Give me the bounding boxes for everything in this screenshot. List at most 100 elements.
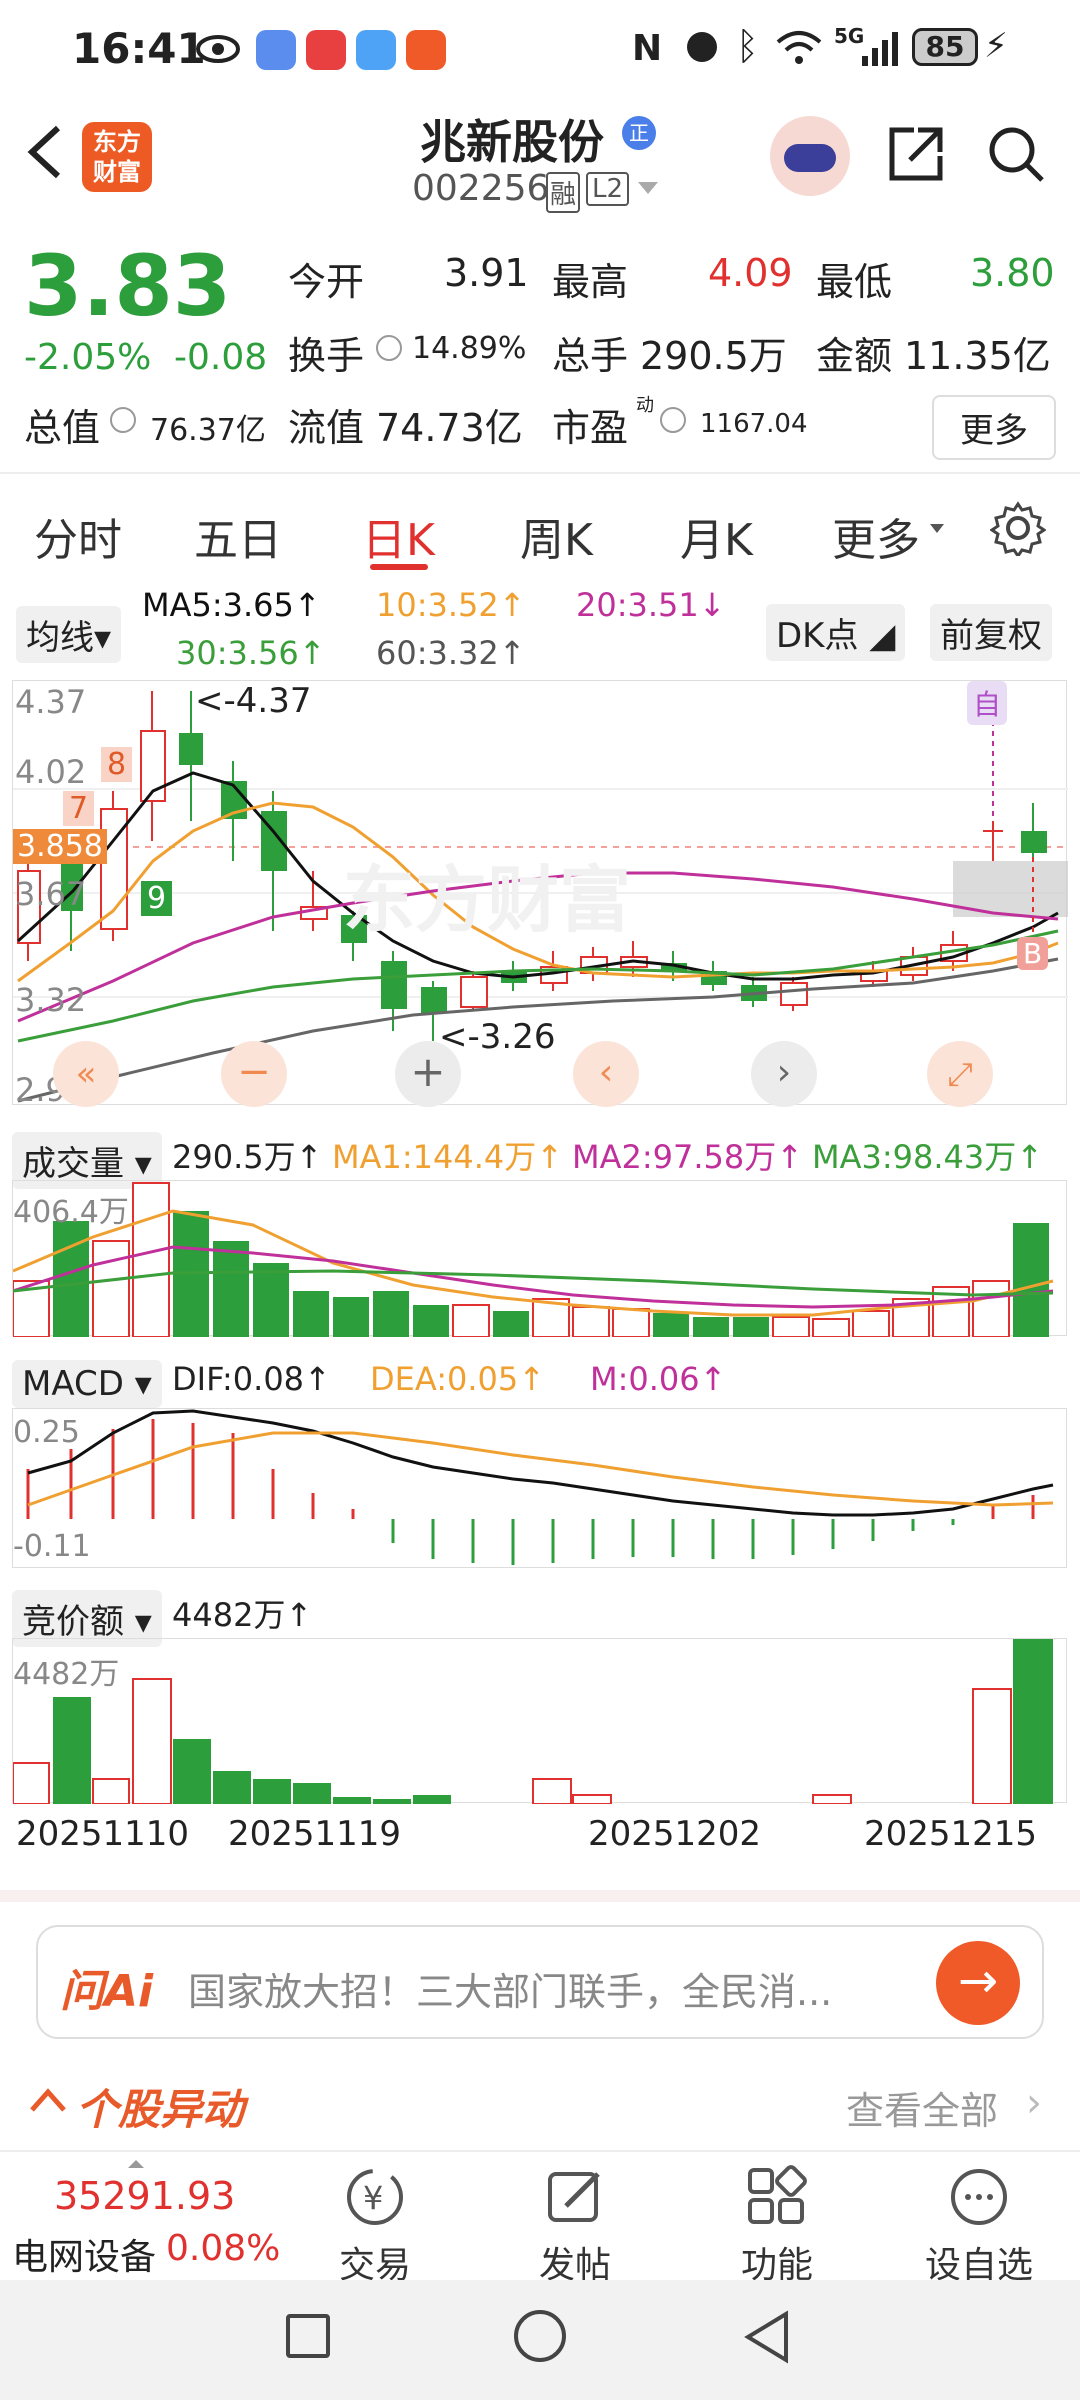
- scroll-right-button[interactable]: ›: [751, 1041, 817, 1107]
- status-time: 16:41: [72, 24, 206, 73]
- ma10-legend: 10:3.52↑: [376, 586, 526, 624]
- mktcap-label: 总值: [24, 406, 101, 450]
- nav-add-watchlist[interactable]: 设自选: [904, 2152, 1054, 2288]
- tab-more[interactable]: 更多: [832, 504, 920, 568]
- quote-panel: 3.83 -2.05% -0.08 今开 3.91 最高 4.09 最低 3.8…: [0, 225, 1080, 470]
- tab-intraday[interactable]: 分时: [34, 504, 122, 568]
- view-all-link[interactable]: 查看全部: [846, 2080, 998, 2135]
- ma-selector-label: 均线: [26, 618, 94, 658]
- adjust-button[interactable]: 前复权: [930, 604, 1052, 661]
- zoom-out-button[interactable]: −: [221, 1041, 287, 1107]
- macd-chart[interactable]: 0.25 -0.11: [12, 1408, 1067, 1568]
- tab-daily-k[interactable]: 日K: [362, 504, 435, 568]
- volume-label: 总手: [552, 334, 629, 378]
- caret-down-icon[interactable]: [638, 182, 658, 194]
- volume-value: 290.5万↑: [172, 1138, 323, 1176]
- count-tag-7: 7: [63, 791, 95, 826]
- kline-y-label: 4.37: [15, 683, 87, 721]
- high-value: 4.09: [708, 251, 793, 295]
- watermark: 东方财富: [343, 858, 632, 942]
- home-button[interactable]: [514, 2310, 566, 2362]
- date-label: 20251202: [588, 1814, 762, 1854]
- pe-label: 市盈: [552, 406, 629, 450]
- ai-assistant-bar[interactable]: 问Ai 国家放大招！三大部门联手，全民消... →: [36, 1925, 1044, 2039]
- recent-apps-button[interactable]: [286, 2314, 330, 2358]
- stock-movement-header: 个股异动 查看全部 ›: [0, 2070, 1080, 2140]
- quote-more-button[interactable]: 更多: [932, 395, 1056, 460]
- status-bar: 16:41 N ᛒ 5G 85 ⚡: [0, 0, 1080, 100]
- ma-selector[interactable]: 均线▾: [16, 606, 122, 663]
- level2-tag: L2: [586, 172, 630, 206]
- low-value: 3.80: [970, 251, 1055, 295]
- index-name[interactable]: 电网设备: [12, 2228, 156, 2280]
- open-label: 今开: [288, 260, 365, 304]
- tab-monthly-k[interactable]: 月K: [680, 504, 753, 568]
- ma60-legend: 60:3.32↑: [376, 634, 526, 672]
- chevron-up-icon[interactable]: [28, 2084, 68, 2118]
- index-value[interactable]: 35291.93: [54, 2174, 235, 2218]
- macd-y-top: 0.25: [13, 1415, 80, 1450]
- nfc-icon: N: [632, 28, 663, 69]
- stock-code: 002256: [412, 168, 550, 209]
- tab-weekly-k[interactable]: 周K: [520, 504, 593, 568]
- arrow-right-icon[interactable]: →: [936, 1941, 1020, 2025]
- share-icon[interactable]: [884, 122, 948, 190]
- auction-chart[interactable]: 4482万: [12, 1638, 1067, 1805]
- back-button[interactable]: [20, 122, 70, 186]
- turnover-value: 14.89%: [412, 331, 527, 366]
- back-nav-button[interactable]: [742, 2310, 792, 2368]
- volume-svg: [12, 1182, 1054, 1338]
- settings-gear-icon[interactable]: [989, 500, 1047, 560]
- chevron-right-icon[interactable]: ›: [1026, 2080, 1042, 2126]
- paper-plane-app-icon: [406, 30, 446, 70]
- search-icon[interactable]: [984, 122, 1048, 190]
- nav-post[interactable]: 发帖: [500, 2152, 650, 2288]
- date-label: 20251119: [228, 1814, 402, 1854]
- kline-chart[interactable]: 4.37 4.02 3.67 3.32 2.97 3.858 <-4.37 <-…: [12, 680, 1068, 1109]
- turnover-label: 换手: [288, 334, 365, 378]
- signal-icon: [860, 28, 900, 72]
- chart-area: 均线▾ MA5:3.65↑ 10:3.52↑ 20:3.51↓ 30:3.56↑…: [0, 584, 1080, 1884]
- float-value: 74.73亿: [376, 406, 523, 450]
- count-tag-8: 8: [101, 747, 133, 782]
- dk-point-label: DK点: [776, 616, 859, 656]
- ma20-legend: 20:3.51↓: [576, 586, 726, 624]
- nav-functions[interactable]: 功能: [702, 2152, 852, 2288]
- self-select-tag[interactable]: 自: [967, 681, 1008, 725]
- caret-down-icon[interactable]: [930, 524, 944, 533]
- candle: [1021, 831, 1047, 853]
- volume-value: 290.5万: [640, 334, 787, 378]
- dea-line: [27, 1431, 1054, 1507]
- amount-label: 金额: [816, 334, 893, 378]
- dk-point-button[interactable]: DK点 ◢: [766, 604, 906, 661]
- svg-text:¥: ¥: [363, 2179, 383, 2217]
- stock-header: 东方财富 兆新股份 正 002256 融 L2: [0, 100, 1080, 225]
- auction-selector-label: 竞价额: [22, 1602, 124, 1642]
- robot-assistant-icon[interactable]: [770, 116, 850, 196]
- shopping-app-icon: [306, 30, 346, 70]
- macd-selector[interactable]: MACD ▾: [12, 1360, 162, 1408]
- auction-y-top: 4482万: [13, 1657, 120, 1692]
- zoom-in-button[interactable]: +: [395, 1041, 461, 1107]
- index-change[interactable]: 0.08%: [166, 2228, 280, 2269]
- weather-app-icon: [356, 30, 396, 70]
- info-icon[interactable]: [110, 407, 136, 433]
- system-navigation: [0, 2280, 1080, 2400]
- volume-chart[interactable]: 406.4万: [12, 1180, 1067, 1338]
- pe-value: 1167.04: [700, 409, 808, 439]
- app-logo[interactable]: 东方财富: [82, 122, 152, 192]
- active-tab-indicator: [370, 564, 428, 570]
- volume-ma1: MA1:144.4万↑: [332, 1138, 564, 1176]
- fullscreen-button[interactable]: ⤢: [927, 1041, 993, 1107]
- eye-icon: [196, 34, 240, 68]
- info-icon[interactable]: [660, 407, 686, 433]
- scroll-left-fast-button[interactable]: «: [53, 1041, 119, 1107]
- scroll-left-button[interactable]: ‹: [573, 1041, 639, 1107]
- macd-histogram: [26, 1419, 1035, 1565]
- nav-trade[interactable]: ¥ 交易: [300, 2152, 450, 2288]
- buy-tag[interactable]: B: [1017, 937, 1049, 970]
- float-label: 流值: [288, 406, 365, 450]
- period-tabs: 分时 五日 日K 周K 月K 更多: [0, 472, 1080, 582]
- tab-five-day[interactable]: 五日: [194, 504, 282, 568]
- info-icon[interactable]: [376, 335, 402, 361]
